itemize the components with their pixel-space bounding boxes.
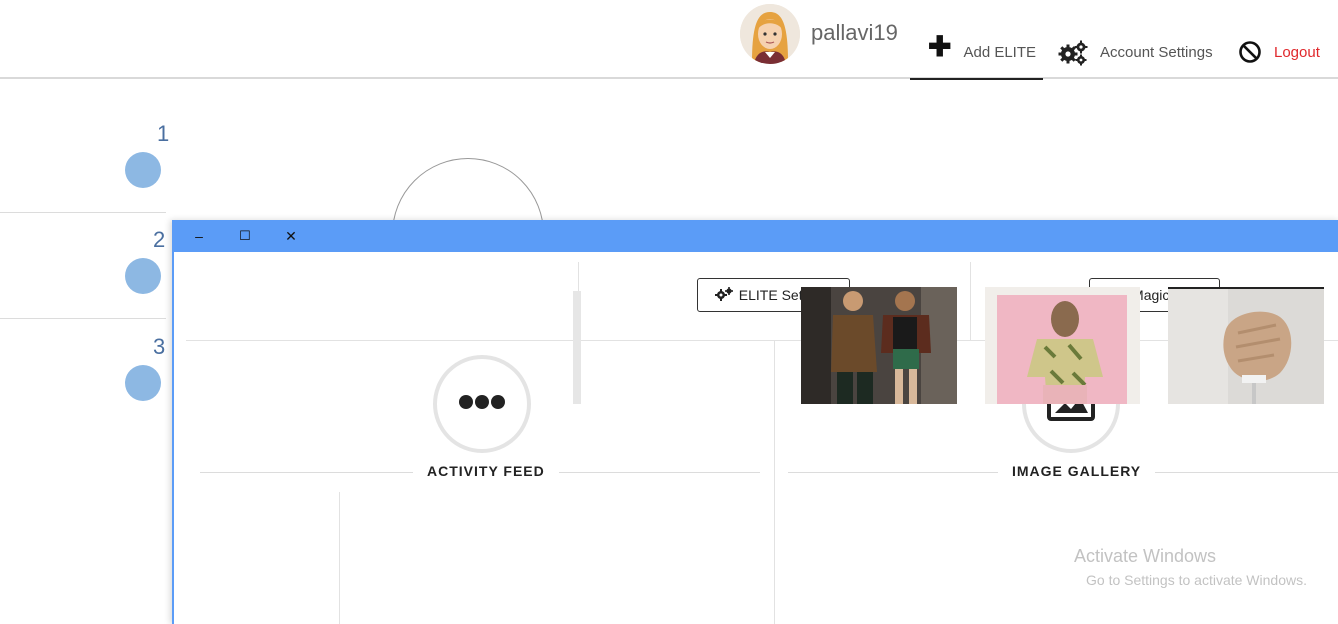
account-settings-label: Account Settings (1100, 44, 1213, 61)
top-navigation-bar: pallavi19 ✚ Add ELITE Account Settings L… (0, 0, 1338, 80)
list-divider (0, 212, 166, 213)
minimize-button[interactable]: – (176, 220, 222, 252)
list-item-number: 3 (153, 334, 166, 359)
maximize-button[interactable]: ☐ (222, 220, 268, 252)
list-divider (0, 318, 166, 319)
user-avatar[interactable] (740, 4, 800, 64)
toolbar-divider (970, 262, 971, 340)
ban-icon (1238, 38, 1262, 68)
image-gallery-title: IMAGE GALLERY (998, 463, 1156, 479)
gallery-image[interactable] (985, 287, 1140, 404)
gears-icon (714, 286, 733, 304)
window-titlebar[interactable]: – ☐ ✕ (174, 220, 1338, 252)
gallery-image[interactable] (1168, 287, 1324, 404)
account-settings-link[interactable]: Account Settings (1058, 38, 1213, 78)
logout-link[interactable]: Logout (1238, 38, 1320, 78)
gallery-image[interactable] (801, 287, 957, 404)
ellipsis-icon (458, 394, 506, 415)
activity-feed-scrollbar[interactable] (573, 291, 581, 404)
status-dot[interactable] (125, 258, 161, 294)
activation-watermark-title: Activate Windows (1074, 546, 1217, 566)
feed-column-divider (339, 492, 340, 624)
panel-divider (774, 340, 775, 624)
plus-icon: ✚ (928, 31, 952, 62)
close-button[interactable]: ✕ (268, 220, 314, 252)
status-dot[interactable] (125, 152, 161, 188)
add-elite-link[interactable]: ✚ Add ELITE (910, 33, 1043, 80)
add-elite-label: Add ELITE (963, 44, 1037, 61)
window-content: ELITE Settings Magic Link ACTIVITY FEED … (174, 252, 1338, 624)
status-dot[interactable] (125, 365, 161, 401)
list-item-number: 2 (153, 227, 166, 252)
list-item-number: 1 (157, 121, 170, 146)
activity-feed-title: ACTIVITY FEED (413, 463, 559, 479)
gears-icon (1058, 38, 1088, 70)
logout-label: Logout (1274, 44, 1320, 61)
activity-feed-icon-circle (433, 355, 531, 453)
activation-watermark-subtitle: Go to Settings to activate Windows. (1086, 572, 1307, 588)
username-label: pallavi19 (811, 20, 898, 45)
